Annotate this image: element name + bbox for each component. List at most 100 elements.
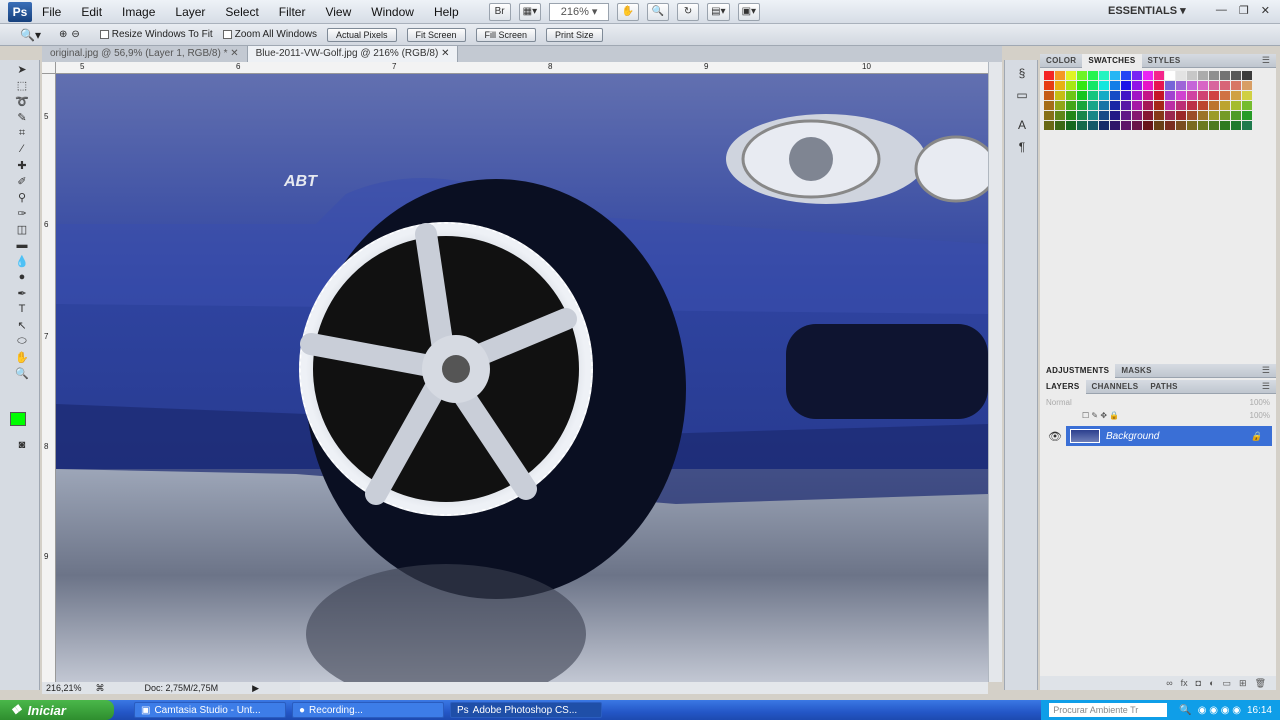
layer-background-selected[interactable]: Background 🔒 bbox=[1066, 426, 1272, 446]
menu-window[interactable]: Window bbox=[361, 0, 424, 24]
swatch[interactable] bbox=[1165, 81, 1175, 90]
swatch[interactable] bbox=[1055, 111, 1065, 120]
arrange-documents-button[interactable]: ▤▾ bbox=[707, 2, 730, 21]
visibility-eye-icon[interactable]: 👁 bbox=[1044, 430, 1066, 443]
swatch[interactable] bbox=[1110, 121, 1120, 130]
tab-layers[interactable]: LAYERS bbox=[1040, 379, 1086, 394]
swatch[interactable] bbox=[1055, 101, 1065, 110]
clone-stamp-tool-icon[interactable]: ⚲ bbox=[12, 190, 32, 204]
swatch[interactable] bbox=[1165, 121, 1175, 130]
zoom-tool-panel-icon[interactable]: 🔍 bbox=[12, 366, 32, 380]
swatch[interactable] bbox=[1143, 121, 1153, 130]
swatch[interactable] bbox=[1209, 101, 1219, 110]
blur-tool-icon[interactable]: 💧 bbox=[12, 254, 32, 268]
delete-layer-icon[interactable]: 🗑 bbox=[1255, 678, 1266, 689]
brush-tool-icon[interactable]: ✐ bbox=[12, 174, 32, 188]
tab-masks[interactable]: MASKS bbox=[1115, 364, 1157, 378]
swatch[interactable] bbox=[1077, 81, 1087, 90]
swatch[interactable] bbox=[1044, 111, 1054, 120]
swatch[interactable] bbox=[1099, 81, 1109, 90]
tab-color[interactable]: COLOR bbox=[1040, 54, 1082, 68]
resize-windows-box[interactable] bbox=[99, 30, 109, 39]
fill-screen-button[interactable]: Fill Screen bbox=[475, 27, 537, 42]
rotate-view-icon[interactable]: ↻ bbox=[677, 2, 700, 21]
history-brush-tool-icon[interactable]: ✑ bbox=[12, 206, 32, 220]
swatch[interactable] bbox=[1066, 71, 1076, 80]
document-canvas[interactable]: ABT bbox=[56, 74, 988, 682]
taskbar-item-photoshop[interactable]: Ps Adobe Photoshop CS... bbox=[450, 702, 602, 718]
swatch[interactable] bbox=[1231, 111, 1241, 120]
swatch[interactable] bbox=[1121, 71, 1131, 80]
swatch[interactable] bbox=[1176, 111, 1186, 120]
adjustment-layer-icon[interactable]: ◐ bbox=[1209, 678, 1214, 688]
swatch[interactable] bbox=[1077, 101, 1087, 110]
eraser-tool-icon[interactable]: ◫ bbox=[12, 222, 32, 236]
vertical-ruler[interactable]: 5 6 7 8 9 bbox=[42, 74, 56, 682]
crop-tool-icon[interactable]: ⌗ bbox=[12, 126, 32, 140]
zoom-level-field[interactable]: 216% ▾ bbox=[549, 2, 610, 21]
blend-mode-select[interactable]: Normal bbox=[1046, 398, 1072, 407]
marquee-tool-icon[interactable]: ⬚ bbox=[12, 78, 32, 92]
swatch[interactable] bbox=[1198, 81, 1208, 90]
restore-icon[interactable]: ❐ bbox=[1239, 4, 1249, 17]
swatch[interactable] bbox=[1044, 101, 1054, 110]
tab-close-icon[interactable]: ✕ bbox=[441, 48, 449, 59]
swatch[interactable] bbox=[1220, 81, 1230, 90]
pen-tool-icon[interactable]: ✒ bbox=[12, 286, 32, 300]
menu-select[interactable]: Select bbox=[215, 0, 268, 24]
swatch[interactable] bbox=[1066, 121, 1076, 130]
swatch[interactable] bbox=[1044, 91, 1054, 100]
actual-pixels-button[interactable]: Actual Pixels bbox=[326, 27, 397, 42]
swatch[interactable] bbox=[1066, 101, 1076, 110]
menu-layer[interactable]: Layer bbox=[165, 0, 215, 24]
new-group-icon[interactable]: ▭ bbox=[1223, 678, 1232, 689]
swatch[interactable] bbox=[1121, 101, 1131, 110]
tab-blue-golf[interactable]: Blue-2011-VW-Golf.jpg @ 216% (RGB/8) ✕ bbox=[247, 46, 459, 62]
swatch[interactable] bbox=[1121, 121, 1131, 130]
swatch[interactable] bbox=[1231, 91, 1241, 100]
swatch[interactable] bbox=[1132, 91, 1142, 100]
status-zoom[interactable]: 216,21% bbox=[46, 683, 82, 693]
add-mask-icon[interactable]: ◘ bbox=[1196, 678, 1201, 688]
move-tool-icon[interactable]: ➤ bbox=[12, 62, 32, 76]
fill-value[interactable]: 100% bbox=[1250, 411, 1270, 420]
paragraph-panel-icon[interactable]: ¶ bbox=[1012, 140, 1032, 156]
menu-image[interactable]: Image bbox=[112, 0, 165, 24]
layer-row[interactable]: 👁 Background 🔒 bbox=[1044, 426, 1272, 446]
swatch[interactable] bbox=[1187, 81, 1197, 90]
menu-help[interactable]: Help bbox=[424, 0, 469, 24]
close-icon[interactable]: ✕ bbox=[1261, 4, 1270, 17]
layer-style-icon[interactable]: fx bbox=[1181, 678, 1188, 688]
shape-tool-icon[interactable]: ⬭ bbox=[12, 334, 32, 348]
zoom-tool-icon[interactable]: 🔍 bbox=[647, 2, 670, 21]
swatch[interactable] bbox=[1165, 91, 1175, 100]
swatch[interactable] bbox=[1121, 111, 1131, 120]
new-layer-icon[interactable]: ⊞ bbox=[1239, 678, 1247, 689]
zoom-in-icon[interactable]: ⊕ bbox=[59, 29, 67, 40]
swatch[interactable] bbox=[1176, 91, 1186, 100]
search-icon[interactable]: 🔍 bbox=[1179, 705, 1191, 716]
swatch[interactable] bbox=[1154, 71, 1164, 80]
desktop-search-input[interactable]: Procurar Ambiente Tr bbox=[1049, 703, 1168, 717]
swatch[interactable] bbox=[1110, 81, 1120, 90]
swatch[interactable] bbox=[1176, 101, 1186, 110]
swatch[interactable] bbox=[1077, 91, 1087, 100]
character-panel-icon[interactable]: A bbox=[1012, 118, 1032, 134]
swatch[interactable] bbox=[1231, 121, 1241, 130]
resize-windows-checkbox[interactable]: Resize Windows To Fit bbox=[99, 29, 213, 40]
swatch[interactable] bbox=[1176, 121, 1186, 130]
swatch[interactable] bbox=[1055, 91, 1065, 100]
swatch[interactable] bbox=[1187, 101, 1197, 110]
tab-styles[interactable]: STYLES bbox=[1142, 54, 1187, 68]
swatch[interactable] bbox=[1231, 71, 1241, 80]
swatch-grid[interactable] bbox=[1044, 71, 1272, 130]
swatch[interactable] bbox=[1099, 121, 1109, 130]
swatch[interactable] bbox=[1066, 91, 1076, 100]
swatch[interactable] bbox=[1209, 81, 1219, 90]
tab-channels[interactable]: CHANNELS bbox=[1086, 380, 1145, 394]
swatch[interactable] bbox=[1088, 111, 1098, 120]
swatch[interactable] bbox=[1231, 81, 1241, 90]
swatch[interactable] bbox=[1044, 71, 1054, 80]
tab-paths[interactable]: PATHS bbox=[1144, 380, 1183, 394]
tab-swatches[interactable]: SWATCHES bbox=[1082, 53, 1142, 68]
